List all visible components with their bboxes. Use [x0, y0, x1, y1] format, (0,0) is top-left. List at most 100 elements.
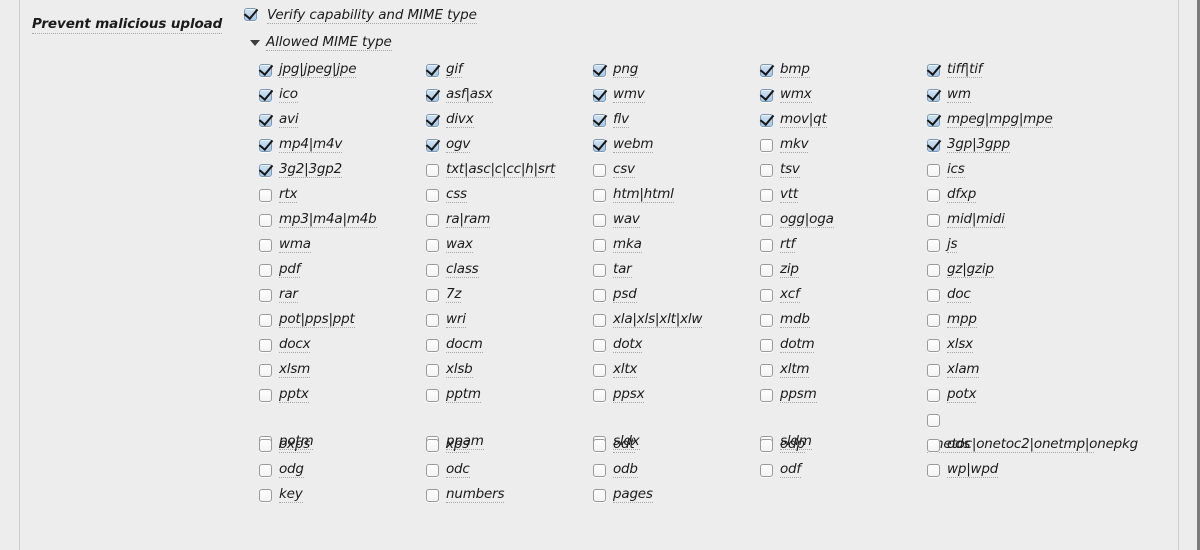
mime-type-option[interactable]: xltm: [760, 362, 927, 378]
mime-type-option[interactable]: mpeg|mpg|mpe: [927, 112, 1094, 128]
mime-type-option[interactable]: css: [426, 187, 593, 203]
mime-type-option[interactable]: pages: [593, 487, 760, 503]
checkbox-unchecked-icon[interactable]: [760, 314, 773, 327]
mime-type-label[interactable]: flv: [613, 112, 629, 128]
mime-type-label[interactable]: dfxp: [947, 187, 976, 203]
mime-type-option[interactable]: odf: [760, 462, 927, 478]
mime-type-label[interactable]: oxps: [279, 437, 310, 453]
mime-type-label[interactable]: mka: [613, 237, 642, 253]
mime-type-label[interactable]: odt: [613, 437, 635, 453]
checkbox-unchecked-icon[interactable]: [760, 389, 773, 402]
mime-type-label[interactable]: xlsm: [279, 362, 310, 378]
mime-type-option[interactable]: potx: [927, 387, 1094, 403]
mime-type-option[interactable]: docx: [259, 337, 426, 353]
mime-type-label[interactable]: xcf: [780, 287, 800, 303]
checkbox-unchecked-icon[interactable]: [760, 339, 773, 352]
checkbox-unchecked-icon[interactable]: [426, 339, 439, 352]
mime-type-option[interactable]: ogv: [426, 137, 593, 153]
checkbox-checked-icon[interactable]: [927, 89, 940, 102]
mime-type-option[interactable]: js: [927, 237, 1094, 253]
mime-type-option[interactable]: bmp: [760, 62, 927, 78]
mime-type-label[interactable]: psd: [613, 287, 637, 303]
mime-type-option[interactable]: xcf: [760, 287, 927, 303]
mime-type-label[interactable]: pages: [613, 487, 653, 503]
mime-type-option[interactable]: odt: [593, 437, 760, 453]
mime-type-label[interactable]: ra|ram: [446, 212, 490, 228]
mime-type-option[interactable]: odb: [593, 462, 760, 478]
checkbox-unchecked-icon[interactable]: [927, 164, 940, 177]
mime-type-option[interactable]: 3g2|3gp2: [259, 162, 426, 178]
checkbox-unchecked-icon[interactable]: [593, 439, 606, 452]
mime-type-label[interactable]: pot|pps|ppt: [279, 312, 355, 328]
mime-type-label[interactable]: ics: [947, 162, 965, 178]
checkbox-unchecked-icon[interactable]: [593, 464, 606, 477]
mime-type-option[interactable]: wax: [426, 237, 593, 253]
checkbox-checked-icon[interactable]: [760, 64, 773, 77]
mime-type-option[interactable]: pptx: [259, 387, 426, 403]
checkbox-unchecked-icon[interactable]: [593, 264, 606, 277]
mime-type-label[interactable]: docm: [446, 337, 483, 353]
mime-type-label[interactable]: potx: [947, 387, 977, 403]
mime-type-option[interactable]: flv: [593, 112, 760, 128]
mime-type-label[interactable]: ppsm: [780, 387, 817, 403]
checkbox-checked-icon[interactable]: [259, 139, 272, 152]
checkbox-checked-icon[interactable]: [259, 89, 272, 102]
mime-type-option[interactable]: dfxp: [927, 187, 1094, 203]
mime-type-option[interactable]: mkv: [760, 137, 927, 153]
checkbox-checked-icon[interactable]: [593, 114, 606, 127]
mime-type-option[interactable]: xlsm: [259, 362, 426, 378]
mime-type-label[interactable]: tiff|tif: [947, 62, 982, 78]
mime-type-label[interactable]: 3g2|3gp2: [279, 162, 342, 178]
checkbox-unchecked-icon[interactable]: [259, 339, 272, 352]
mime-type-label[interactable]: key: [279, 487, 303, 503]
checkbox-unchecked-icon[interactable]: [927, 289, 940, 302]
mime-type-label[interactable]: mpp: [947, 312, 977, 328]
checkbox-unchecked-icon[interactable]: [927, 189, 940, 202]
mime-type-option[interactable]: xlsx: [927, 337, 1094, 353]
mime-type-option[interactable]: mdb: [760, 312, 927, 328]
checkbox-unchecked-icon[interactable]: [426, 214, 439, 227]
verify-capability-label[interactable]: Verify capability and MIME type: [267, 8, 477, 24]
checkbox-checked-icon[interactable]: [927, 114, 940, 127]
checkbox-unchecked-icon[interactable]: [760, 289, 773, 302]
mime-type-label[interactable]: doc: [947, 287, 971, 303]
checkbox-unchecked-icon[interactable]: [593, 314, 606, 327]
mime-type-label[interactable]: xltm: [780, 362, 810, 378]
checkbox-unchecked-icon[interactable]: [259, 264, 272, 277]
checkbox-unchecked-icon[interactable]: [426, 439, 439, 452]
mime-type-option[interactable]: divx: [426, 112, 593, 128]
mime-type-label[interactable]: wri: [446, 312, 466, 328]
mime-type-option[interactable]: gz|gzip: [927, 262, 1094, 278]
mime-type-label[interactable]: xla|xls|xlt|xlw: [613, 312, 702, 328]
mime-type-label[interactable]: ogg|oga: [780, 212, 834, 228]
checkbox-checked-icon[interactable]: [426, 89, 439, 102]
mime-type-option[interactable]: xltx: [593, 362, 760, 378]
mime-type-option[interactable]: rtf: [760, 237, 927, 253]
checkbox-unchecked-icon[interactable]: [426, 364, 439, 377]
mime-type-label[interactable]: css: [446, 187, 467, 203]
checkbox-checked-icon[interactable]: [259, 114, 272, 127]
mime-type-label[interactable]: zip: [780, 262, 799, 278]
mime-type-option[interactable]: 3gp|3gpp: [927, 137, 1094, 153]
checkbox-unchecked-icon[interactable]: [426, 264, 439, 277]
mime-type-option[interactable]: wmv: [593, 87, 760, 103]
mime-type-option[interactable]: ppsx: [593, 387, 760, 403]
mime-type-option[interactable]: wmx: [760, 87, 927, 103]
checkbox-unchecked-icon[interactable]: [426, 289, 439, 302]
checkbox-checked-icon[interactable]: [593, 89, 606, 102]
checkbox-unchecked-icon[interactable]: [760, 189, 773, 202]
checkbox-unchecked-icon[interactable]: [760, 264, 773, 277]
checkbox-unchecked-icon[interactable]: [259, 289, 272, 302]
checkbox-unchecked-icon[interactable]: [426, 239, 439, 252]
mime-type-option[interactable]: tsv: [760, 162, 927, 178]
mime-type-label[interactable]: wma: [279, 237, 311, 253]
mime-type-option[interactable]: odc: [426, 462, 593, 478]
checkbox-unchecked-icon[interactable]: [760, 139, 773, 152]
mime-type-label[interactable]: pdf: [279, 262, 300, 278]
checkbox-checked-icon[interactable]: [927, 64, 940, 77]
mime-type-label[interactable]: avi: [279, 112, 299, 128]
checkbox-unchecked-icon[interactable]: [593, 489, 606, 502]
mime-type-label[interactable]: rtx: [279, 187, 297, 203]
mime-type-label[interactable]: ico: [279, 87, 298, 103]
mime-type-label[interactable]: ppsx: [613, 387, 645, 403]
